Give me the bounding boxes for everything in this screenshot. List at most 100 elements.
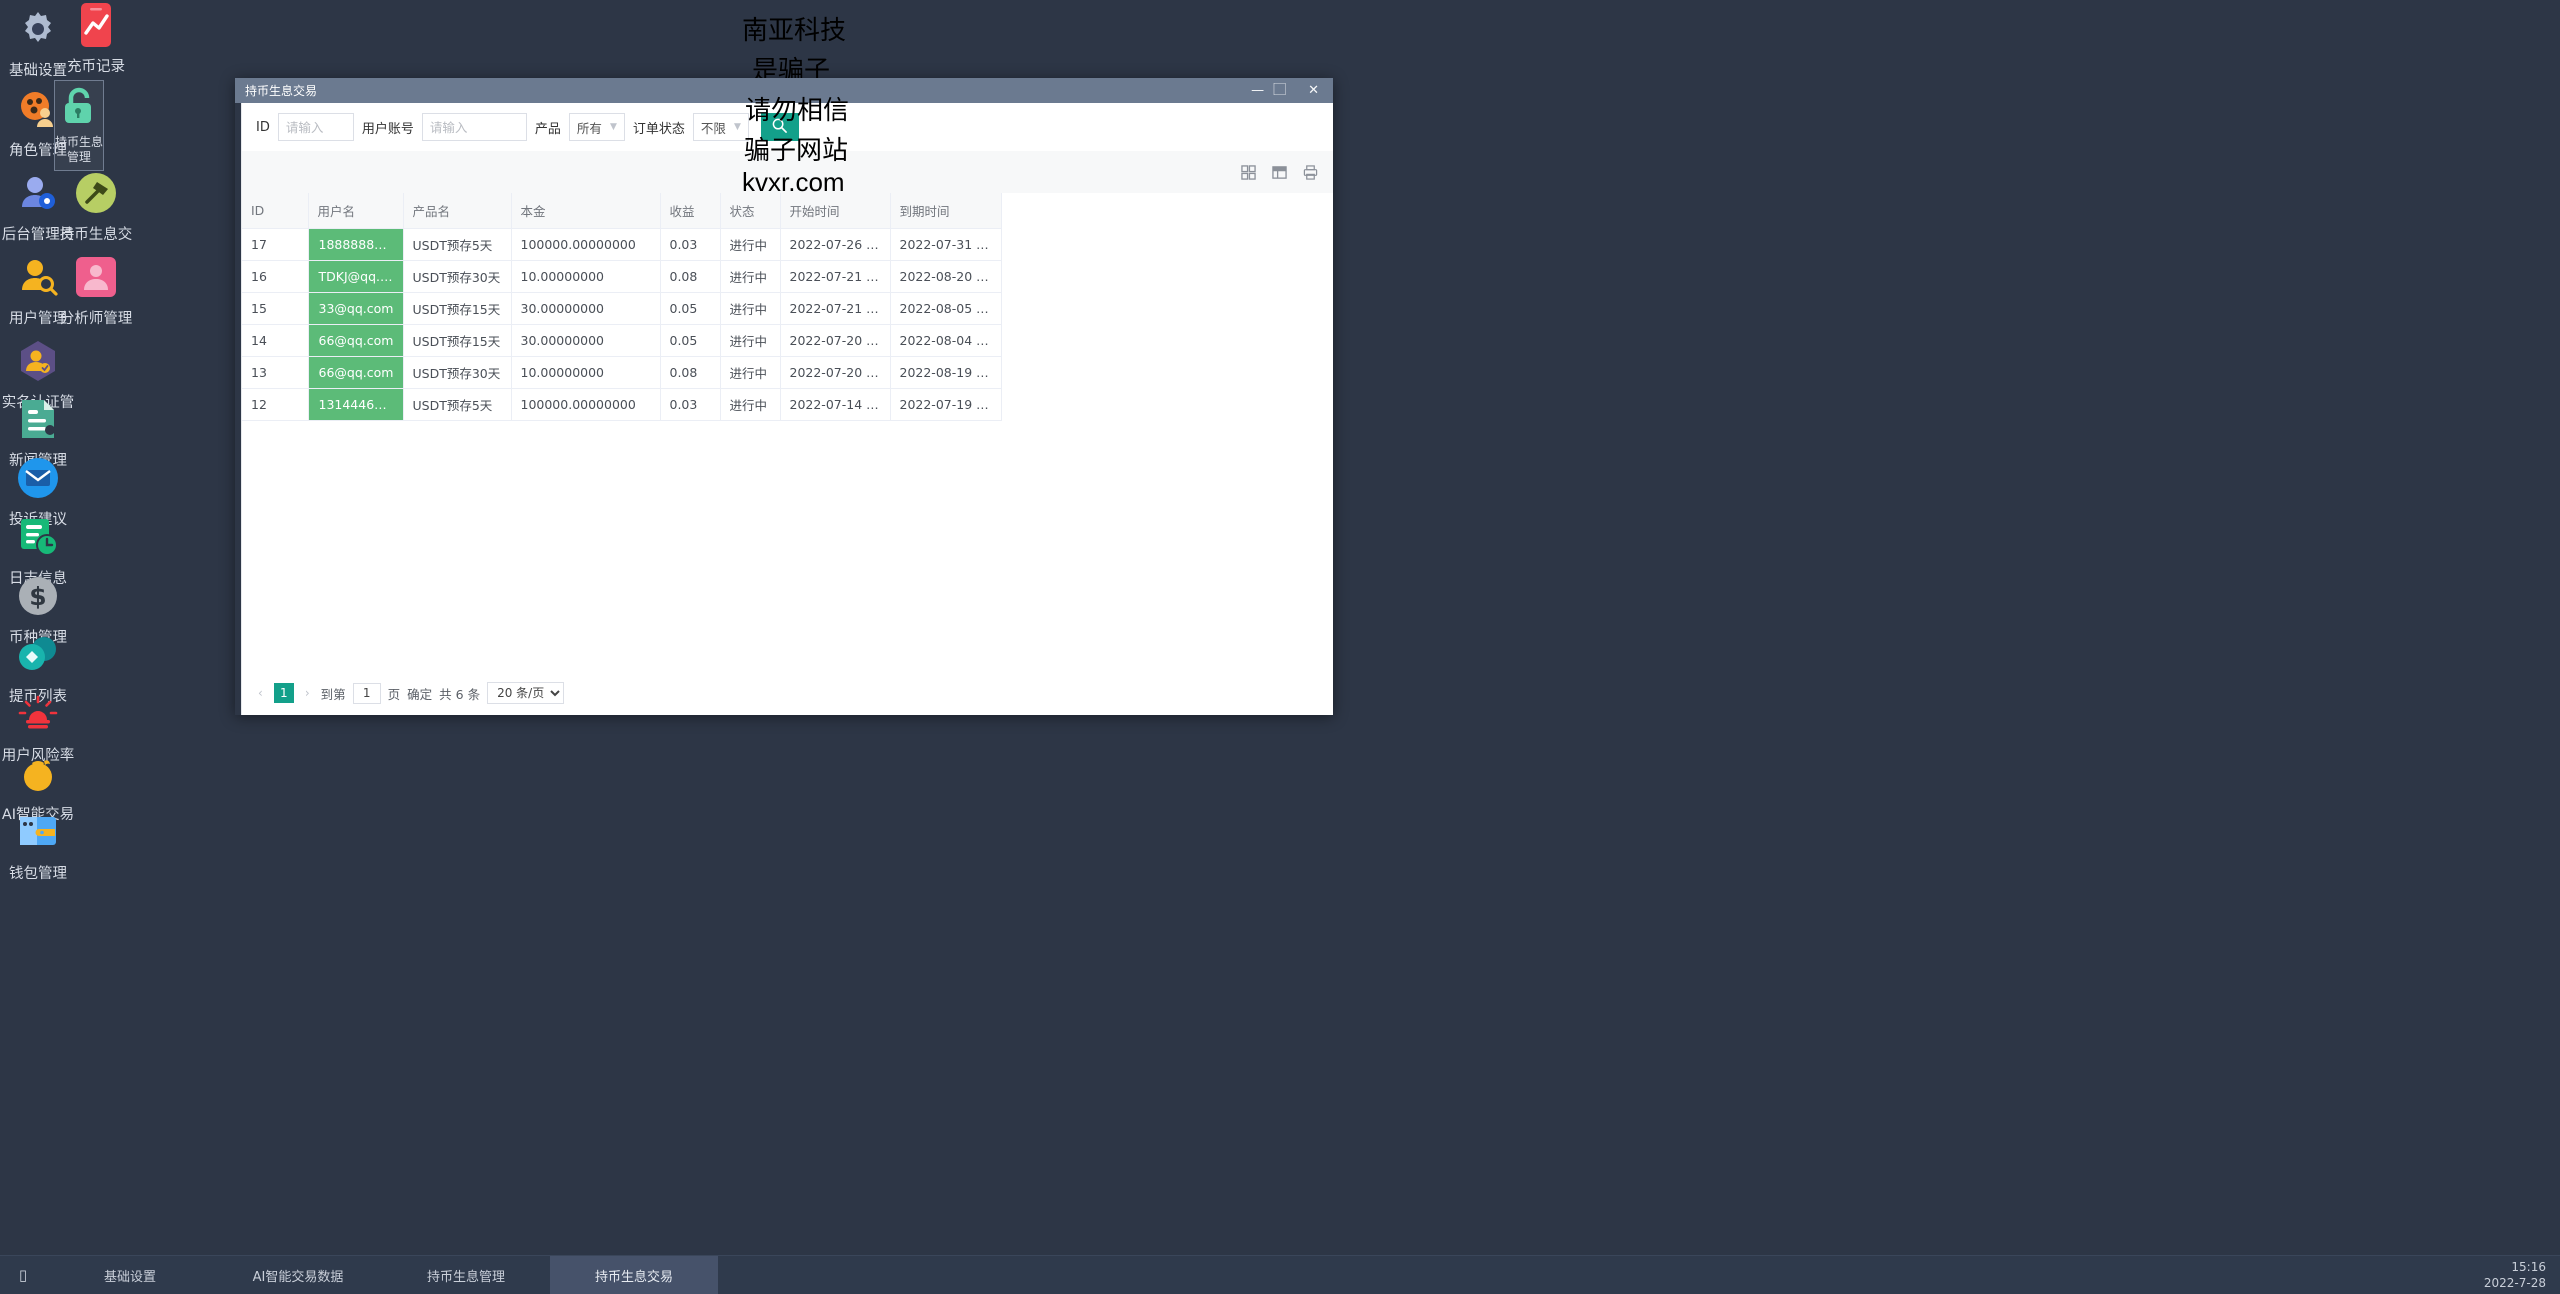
minimize-button[interactable]: — — [1251, 84, 1264, 97]
page-content: ID 用户账号 产品 所有 ▼ 订单状态 不限 ▼ — [241, 103, 1333, 715]
col-header-principal[interactable]: 本金 — [511, 193, 661, 229]
cell-start: 2022-07-14 15:26:22 — [780, 388, 891, 421]
taskbar-item-持币生息管理[interactable]: 持币生息管理 — [382, 1256, 550, 1294]
cell-end: 2022-08-20 16:48:37 — [890, 260, 1002, 293]
desktop-icon-分析师管理[interactable]: 分析师管理 — [58, 252, 134, 328]
taskbar-item-AI智能交易数据[interactable]: AI智能交易数据 — [214, 1256, 382, 1294]
desktop-icon-持币生息管理[interactable]: 持币生息管理 — [54, 80, 104, 171]
window-titlebar[interactable]: 持币生息交易 — ⃞ ✕ — [235, 78, 1333, 103]
chevron-down-icon: ▼ — [733, 122, 741, 132]
table-row[interactable]: 13 66@qq.com USDT预存30天 10.00000000 0.08 … — [242, 356, 1002, 389]
window-body: ID 用户账号 产品 所有 ▼ 订单状态 不限 ▼ — [235, 103, 1333, 715]
cell-user: 13144466444 — [308, 388, 404, 421]
cell-product: USDT预存15天 — [403, 292, 512, 325]
table-toolbar — [242, 151, 1333, 193]
table-row[interactable]: 17 18888888888 USDT预存5天 100000.00000000 … — [242, 228, 1002, 261]
status-select-value: 不限 — [700, 120, 726, 136]
cell-gain: 0.08 — [660, 260, 721, 293]
goto-page-input[interactable] — [352, 682, 381, 704]
confirm-page-button[interactable]: 确定 — [407, 684, 432, 703]
watermark-text: 南亚科技 — [742, 16, 847, 46]
cell-status: 进行中 — [720, 228, 781, 261]
cell-start: 2022-07-20 17:33:06 — [780, 356, 891, 389]
id-input[interactable] — [277, 113, 354, 141]
taskbar-item-label: 持币生息交易 — [594, 1269, 673, 1285]
desktop-icon-label: 分析师管理 — [59, 311, 133, 327]
cell-end: 2022-08-19 17:33:06 — [890, 356, 1002, 389]
taskbar-item-label: 基础设置 — [103, 1269, 156, 1285]
app-window: 持币生息交易 — ⃞ ✕ ID 用户账号 产品 所有 ▼ 订单状态 不限 — [235, 78, 1333, 715]
data-table-container: ID 用户名 产品名 本金 收益 状态 开始时间 到期时间 17 1888888… — [242, 193, 1333, 671]
alarm-icon — [13, 689, 63, 739]
chevron-down-icon: ▼ — [609, 122, 617, 132]
pagination: ‹ 1 › 到第 页 确定 共 6 条 20 条/页 — [242, 671, 1333, 715]
product-select[interactable]: 所有 ▼ — [568, 113, 625, 141]
admin-user-icon — [13, 168, 63, 218]
taskbar-item-label: AI智能交易数据 — [252, 1269, 344, 1285]
print-icon[interactable] — [1302, 164, 1319, 181]
close-button[interactable]: ✕ — [1308, 84, 1319, 97]
taskbar-clock[interactable]: 15:16 2022-7-28 — [2484, 1256, 2560, 1294]
cell-gain: 0.08 — [660, 356, 721, 389]
search-button[interactable] — [760, 113, 799, 141]
col-header-product[interactable]: 产品名 — [403, 193, 512, 229]
svg-text:$: $ — [29, 582, 46, 611]
table-row[interactable]: 14 66@qq.com USDT预存15天 30.00000000 0.05 … — [242, 324, 1002, 357]
prev-page-button[interactable]: ‹ — [254, 686, 267, 700]
verified-user-icon — [13, 336, 63, 386]
taskbar: ▯ 基础设置 AI智能交易数据 持币生息管理 持币生息交易 15:16 2022… — [0, 1255, 2560, 1294]
cell-start: 2022-07-21 16:48:37 — [780, 260, 891, 293]
start-icon[interactable]: ▯ — [0, 1256, 46, 1294]
cell-id: 12 — [242, 388, 309, 421]
filter-label-status: 订单状态 — [632, 121, 685, 137]
page-size-select[interactable]: 20 条/页 — [487, 682, 565, 704]
col-header-status[interactable]: 状态 — [720, 193, 781, 229]
table-header-row: ID 用户名 产品名 本金 收益 状态 开始时间 到期时间 — [242, 193, 1002, 229]
taskbar-item-基础设置[interactable]: 基础设置 — [46, 1256, 214, 1294]
status-select[interactable]: 不限 ▼ — [692, 113, 749, 141]
col-header-end[interactable]: 到期时间 — [890, 193, 1002, 229]
cell-product: USDT预存5天 — [403, 388, 512, 421]
cell-user: 18888888888 — [308, 228, 404, 261]
page-number-1[interactable]: 1 — [273, 683, 294, 703]
account-input[interactable] — [421, 113, 527, 141]
mail-icon — [13, 453, 63, 503]
cell-user: TDKJ@qq.com — [308, 260, 404, 293]
news-doc-icon — [13, 394, 63, 444]
taskbar-item-持币生息交易[interactable]: 持币生息交易 — [550, 1256, 718, 1294]
cell-id: 16 — [242, 260, 309, 293]
desktop-icon-label: 持币生息管理 — [55, 135, 104, 164]
cell-gain: 0.05 — [660, 324, 721, 357]
withdraw-icon — [13, 630, 63, 680]
table-row[interactable]: 12 13144466444 USDT预存5天 100000.00000000 … — [242, 388, 1002, 421]
cell-product: USDT预存30天 — [403, 260, 512, 293]
column-icon[interactable] — [1271, 164, 1288, 181]
cell-principal: 30.00000000 — [511, 292, 661, 325]
col-header-user[interactable]: 用户名 — [308, 193, 404, 229]
cell-principal: 30.00000000 — [511, 324, 661, 357]
cell-principal: 100000.00000000 — [511, 388, 661, 421]
cell-end: 2022-07-19 15:26:22 — [890, 388, 1002, 421]
cell-status: 进行中 — [720, 356, 781, 389]
table-row[interactable]: 15 33@qq.com USDT预存15天 30.00000000 0.05 … — [242, 292, 1002, 325]
table-row[interactable]: 16 TDKJ@qq.com USDT预存30天 10.00000000 0.0… — [242, 260, 1002, 293]
col-header-gain[interactable]: 收益 — [660, 193, 721, 229]
col-header-start[interactable]: 开始时间 — [780, 193, 891, 229]
cell-principal: 10.00000000 — [511, 260, 661, 293]
desktop-icon-label: 钱包管理 — [9, 866, 67, 882]
cell-id: 13 — [242, 356, 309, 389]
cell-end: 2022-07-31 15:14:34 — [890, 228, 1002, 261]
product-select-value: 所有 — [576, 120, 602, 136]
wallet-icon — [13, 807, 63, 857]
cell-status: 进行中 — [720, 260, 781, 293]
desktop-icon-持币生息交[interactable]: 持币生息交 — [58, 168, 134, 244]
cell-product: USDT预存5天 — [403, 228, 512, 261]
next-page-button[interactable]: › — [301, 686, 314, 700]
chart-card-icon — [71, 0, 121, 50]
desktop-icon-钱包管理[interactable]: 钱包管理 — [0, 807, 76, 883]
cell-id: 17 — [242, 228, 309, 261]
grid-icon[interactable] — [1240, 164, 1257, 181]
col-header-id[interactable]: ID — [242, 193, 309, 229]
cell-id: 15 — [242, 292, 309, 325]
desktop-icon-充币记录[interactable]: 充币记录 — [58, 0, 134, 76]
